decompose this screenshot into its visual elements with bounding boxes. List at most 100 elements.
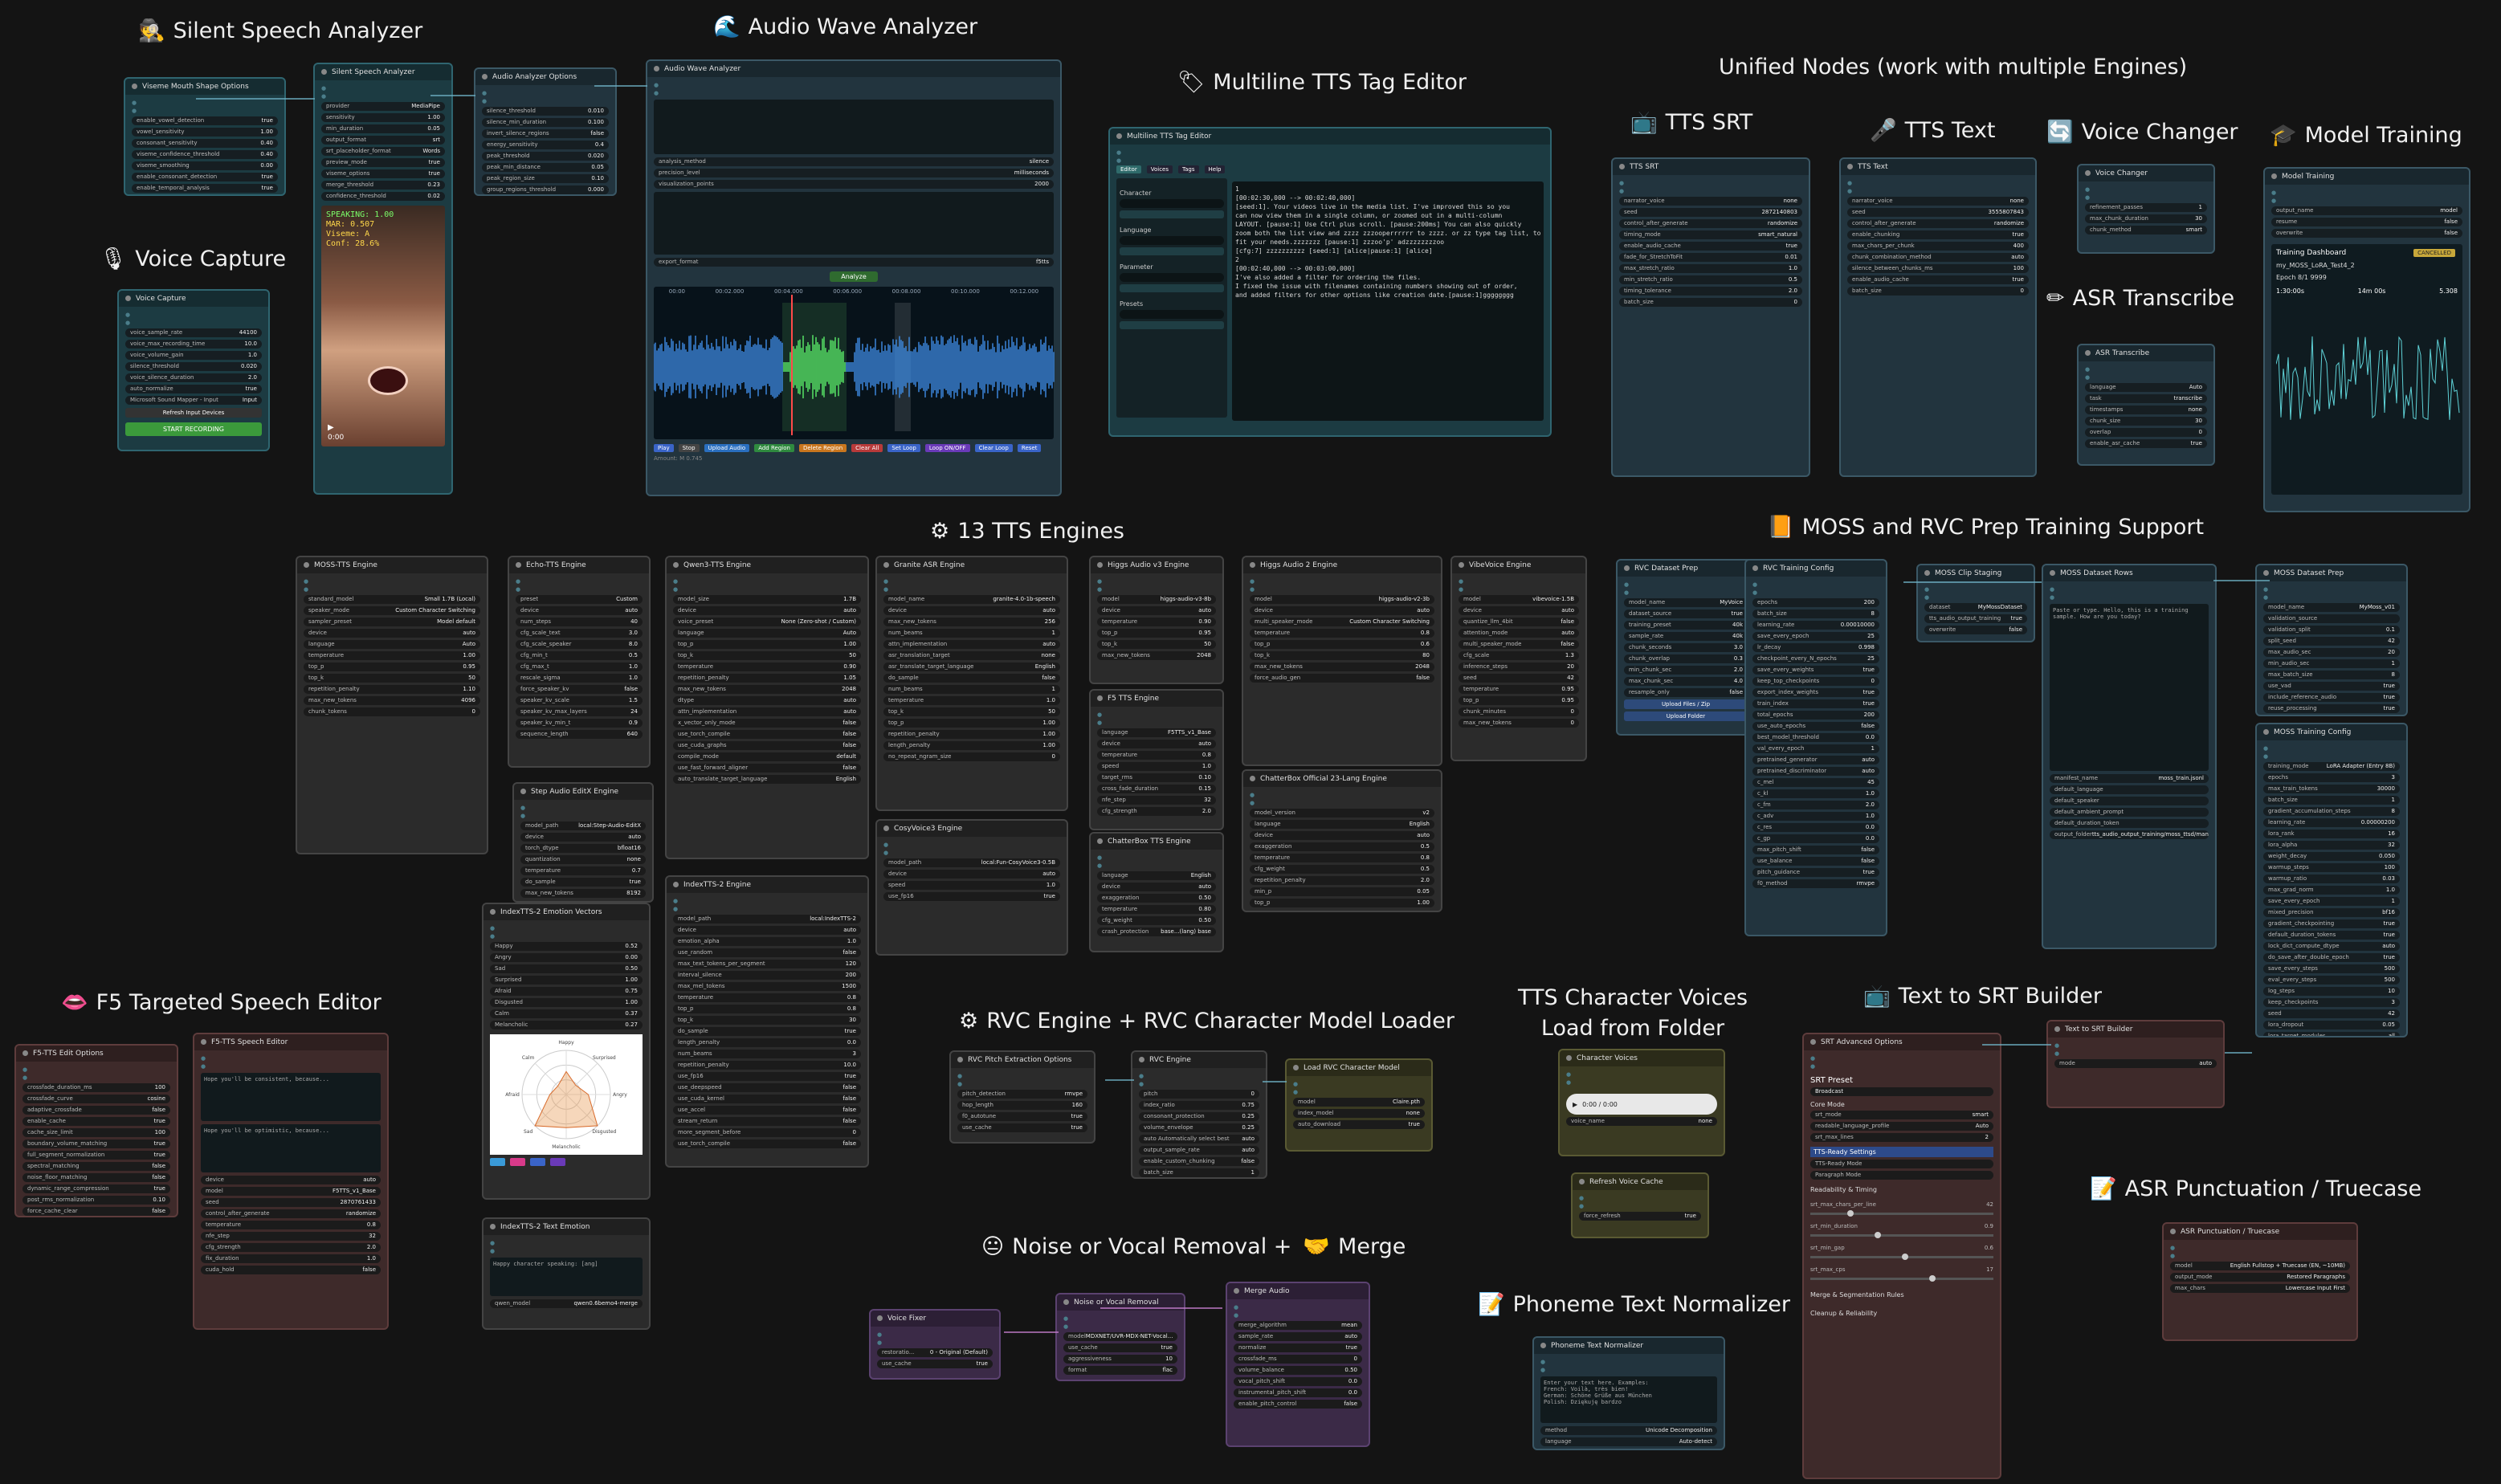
input-slot[interactable]: ● — [654, 90, 1054, 96]
widget-lora-alpha[interactable]: lora_alpha 32 — [2263, 841, 2400, 850]
widget-max-new-tokens[interactable]: max_new_tokens 2048 — [1250, 662, 1434, 671]
widget-auto-translate-target-language[interactable]: auto_translate_target_language English — [673, 775, 861, 784]
input-slot[interactable]: ● — [1116, 149, 1544, 156]
widget-auto-download[interactable]: auto_download true — [1293, 1120, 1425, 1129]
regions-input[interactable] — [654, 192, 1054, 255]
widget-crossfade-curve[interactable]: crossfade_curve cosine — [22, 1095, 170, 1103]
widget-weight-decay[interactable]: weight_decay 0.050 — [2263, 852, 2400, 861]
node-title[interactable]: CosyVoice3 Engine — [877, 821, 1067, 837]
widget-top-p[interactable]: top_p 0.95 — [1459, 696, 1579, 705]
widget-top-k[interactable]: top_k 80 — [1250, 651, 1434, 660]
widget-batch-size[interactable]: batch_size 8 — [1752, 610, 1879, 618]
widget-quantize-llm-4bit[interactable]: quantize_llm_4bit false — [1459, 618, 1579, 626]
node-indextts2[interactable]: IndexTTS-2 Engine ● ● model_path local:Index… — [665, 875, 869, 1168]
widget-use-balance[interactable]: use_balance false — [1752, 857, 1879, 866]
text-input-text2[interactable]: Hope you'll be optimistic, because... — [201, 1124, 381, 1172]
widget-save-every-steps[interactable]: save_every_steps 500 — [2263, 964, 2400, 973]
widget-top-p[interactable]: top_p 0.8 — [673, 1005, 861, 1013]
widget-max-batch-size[interactable]: max_batch_size 8 — [2263, 671, 2400, 679]
widget-device[interactable]: device auto — [1250, 606, 1434, 615]
widget-show-debug[interactable]: show_debugShow Before/After — [1540, 1449, 1717, 1450]
input-slot[interactable]: ● — [1619, 180, 1802, 186]
widget-temperature[interactable]: temperature 1.0 — [883, 696, 1060, 705]
widget-calm[interactable]: Calm 0.37 — [490, 1009, 643, 1018]
widget-repetition-penalty[interactable]: repetition_penalty 10.0 — [673, 1061, 861, 1070]
node-step-audio[interactable]: Step Audio EditX Engine ● ● model_path local… — [512, 782, 654, 903]
collapse-dot-icon[interactable] — [1752, 565, 1758, 571]
upload-button[interactable]: Upload Folder — [1624, 711, 1748, 721]
input-slot[interactable]: ● — [1293, 1081, 1425, 1087]
widget-cfg-scale-speaker[interactable]: cfg_scale_speaker 8.0 — [516, 640, 643, 649]
input-slot[interactable]: ● — [2170, 1253, 2350, 1259]
widget-split-seed[interactable]: split_seed 42 — [2263, 637, 2400, 646]
widget-temperature[interactable]: temperature 0.90 — [673, 662, 861, 671]
widget-speaker-mode[interactable]: speaker_mode Custom Character Switching — [304, 606, 480, 615]
widget-chunk-tokens[interactable]: chunk_tokens 0 — [304, 707, 480, 716]
node-char-voices[interactable]: Character Voices ● ● ▶ 0:00 / 0:00 voice_name… — [1558, 1049, 1725, 1156]
input-slot[interactable]: ● — [2170, 1245, 2350, 1251]
emotion-preset-button[interactable] — [490, 1158, 505, 1166]
collapse-dot-icon[interactable] — [2170, 1229, 2176, 1234]
widget-temperature[interactable]: temperature 0.8 — [673, 993, 861, 1002]
widget-f0-method[interactable]: f0_method rmvpe — [1752, 879, 1879, 888]
widget-normalize[interactable]: normalize true — [1234, 1343, 1362, 1352]
widget-do-save-after-double-epoch[interactable]: do_save_after_double_epoch true — [2263, 953, 2400, 962]
widget-cache-size-limit[interactable]: cache_size_limit 100 — [22, 1128, 170, 1137]
input-slot[interactable]: ● — [2263, 753, 2400, 760]
widget-srt-max-lines[interactable]: srt_max_lines 2 — [1810, 1133, 1993, 1142]
widget-enable-audio-cache[interactable]: enable_audio_cache true — [1619, 242, 1802, 251]
widget-dtype[interactable]: dtype auto — [673, 696, 861, 705]
widget-no-repeat-ngram-size[interactable]: no_repeat_ngram_size 0 — [883, 752, 1060, 761]
widget-restoratio-[interactable]: restoratio... 0 - Original (Default) — [877, 1348, 993, 1357]
audio-player[interactable]: ▶ 0:00 / 0:00 — [1566, 1094, 1717, 1115]
input-slot[interactable]: ● — [2263, 745, 2400, 752]
node-title[interactable]: MOSS Training Config — [2257, 724, 2406, 740]
node-merge-audio[interactable]: Merge Audio ● ● merge_algorithm mean sample_r… — [1226, 1282, 1370, 1447]
input-slot[interactable]: ● — [1566, 1079, 1717, 1086]
widget-use-deepspeed[interactable]: use_deepspeed false — [673, 1083, 861, 1092]
widget-device[interactable]: device auto — [673, 926, 861, 935]
widget-batch-size[interactable]: batch_size 0 — [1847, 287, 2029, 296]
node-moss-rows[interactable]: MOSS Dataset Rows ● ● Paste or type. Hello,… — [2042, 564, 2217, 949]
collapse-dot-icon[interactable] — [520, 789, 526, 794]
widget-max-text-tokens-per-segment[interactable]: max_text_tokens_per_segment 120 — [673, 960, 861, 968]
node-title[interactable]: IndexTTS-2 Engine — [667, 877, 867, 893]
widget-device[interactable]: device auto — [883, 606, 1060, 615]
widget-temperature[interactable]: temperature 0.80 — [1097, 905, 1216, 914]
node-title[interactable]: RVC Engine — [1132, 1052, 1266, 1068]
sidebar-add-button[interactable] — [1120, 210, 1224, 218]
widget-model[interactable]: model English Fullstop + Truecase (EN, ~1… — [2170, 1262, 2350, 1270]
widget-language[interactable]: language Auto-detect — [1540, 1437, 1717, 1446]
input-slot[interactable]: ● — [1097, 720, 1216, 726]
widget-control-after-generate[interactable]: control_after_generate randomize — [201, 1209, 381, 1218]
widget-use-fp16[interactable]: use_fp16 true — [673, 1072, 861, 1081]
input-slot[interactable]: ● — [1139, 1081, 1259, 1087]
node-title[interactable]: Voice Capture — [119, 291, 268, 307]
node-title[interactable]: Model Training — [2265, 169, 2469, 185]
input-slot[interactable]: ● — [673, 906, 861, 912]
widget-save-every-weights[interactable]: save_every_weights true — [1752, 666, 1879, 675]
collapse-dot-icon[interactable] — [1139, 1057, 1144, 1062]
node-f5-edit-opts[interactable]: F5-TTS Edit Options ● ● crossfade_duration_… — [14, 1044, 178, 1217]
collapse-dot-icon[interactable] — [2054, 1026, 2060, 1032]
widget-timing-tolerance[interactable]: timing_tolerance 2.0 — [1619, 287, 1802, 296]
widget-quantization[interactable]: quantization none — [520, 855, 646, 864]
node-title[interactable]: MOSS Clip Staging — [1918, 565, 2034, 581]
node-title[interactable]: Step Audio EditX Engine — [514, 784, 652, 800]
widget-model-size[interactable]: model_size 1.7B — [673, 595, 861, 604]
widget-nfe-step[interactable]: nfe_step 32 — [201, 1232, 381, 1241]
widget-use-fast-forward-aligner[interactable]: use_fast_forward_aligner false — [673, 764, 861, 773]
widget-fix-duration[interactable]: fix_duration 1.0 — [201, 1254, 381, 1263]
input-slot[interactable]: ● — [1847, 188, 2029, 194]
widget-asr-translate-target-language[interactable]: asr_translate_target_language English — [883, 662, 1060, 671]
widget-epochs[interactable]: epochs 200 — [1752, 598, 1879, 607]
node-asr[interactable]: ASR Transcribe ● ● language Auto task transcri… — [2077, 344, 2215, 466]
widget-volume-envelope[interactable]: volume_envelope 0.25 — [1139, 1123, 1259, 1132]
widget-batch-size[interactable]: batch_size 0 — [1619, 298, 1802, 307]
widget-max-chars-per-chunk[interactable]: max_chars_per_chunk 400 — [1847, 242, 2029, 251]
input-slot[interactable]: ● — [673, 586, 861, 593]
node-tts-text[interactable]: TTS Text ● ● narrator_voice none seed 35558078… — [1839, 157, 2037, 477]
widget-max-new-tokens[interactable]: max_new_tokens 256 — [883, 618, 1060, 626]
widget-gradient-checkpointing[interactable]: gradient_checkpointing true — [2263, 919, 2400, 928]
widget-model[interactable]: model vibevoice-1.5B — [1459, 595, 1579, 604]
